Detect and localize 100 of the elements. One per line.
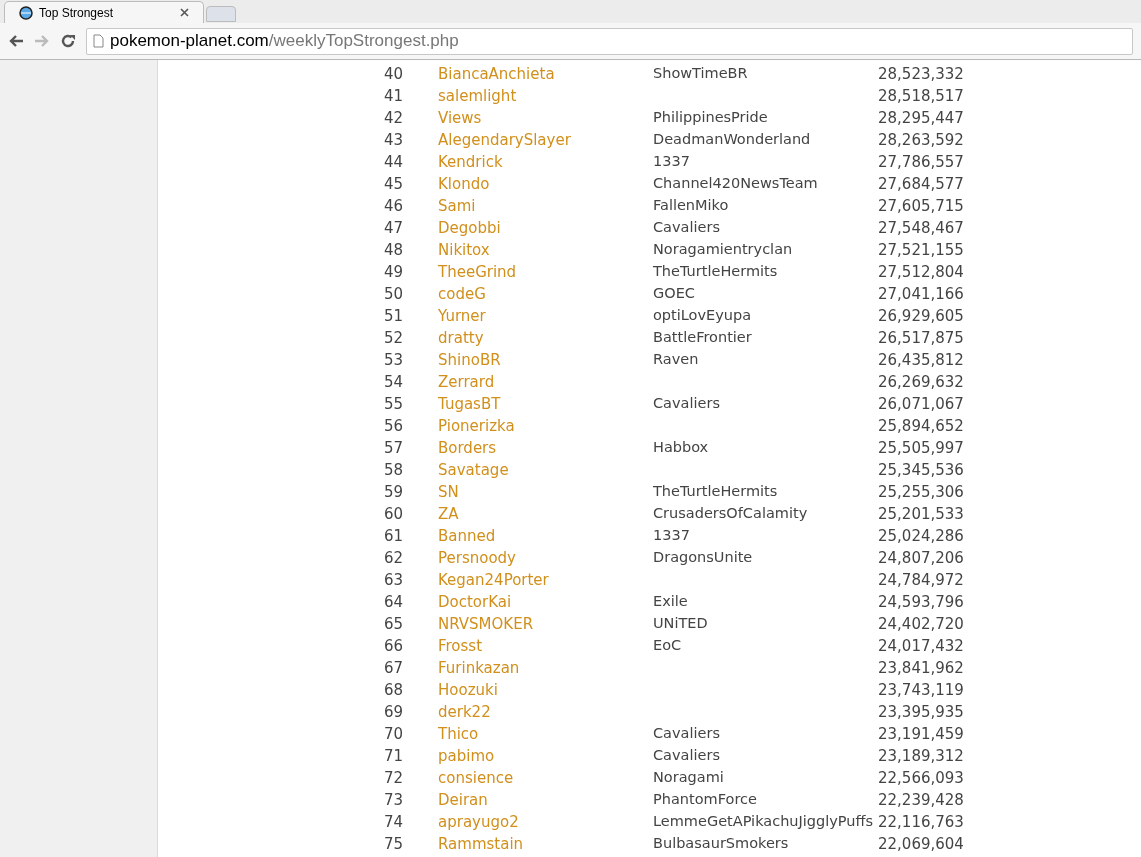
score-cell-text: 23,743,119 bbox=[878, 679, 962, 701]
player-name-link[interactable]: DoctorKai bbox=[438, 590, 653, 614]
address-bar[interactable]: pokemon-planet.com/weeklyTopStrongest.php bbox=[86, 27, 1133, 55]
player-name-link[interactable]: pabimo bbox=[438, 744, 653, 768]
clan-cell-text: optiLovEyupa bbox=[653, 306, 752, 326]
rank-cell-text: 63 bbox=[384, 569, 405, 591]
score-cell-text: 28,523,332 bbox=[878, 63, 962, 85]
rank-cell-text: 58 bbox=[384, 459, 405, 481]
score-cell-text: 26,435,812 bbox=[878, 349, 962, 371]
clan-cell-text: Cavaliers bbox=[653, 746, 720, 766]
player-name-link[interactable]: BiancaAnchieta bbox=[438, 62, 653, 86]
back-arrow-icon[interactable] bbox=[8, 34, 24, 48]
player-name-link[interactable]: salemlight bbox=[438, 84, 653, 108]
rank-cell-text: 45 bbox=[384, 173, 405, 195]
player-name-link[interactable]: Thico bbox=[438, 722, 653, 746]
clan-cell-text: BattleFrontier bbox=[653, 328, 752, 348]
player-name-link[interactable]: ShinoBR bbox=[438, 348, 653, 372]
rank-cell-text: 75 bbox=[384, 833, 405, 855]
rank-cell-text: 52 bbox=[384, 327, 405, 349]
player-name-link[interactable]: Pionerizka bbox=[438, 414, 653, 438]
globe-icon bbox=[19, 5, 33, 20]
player-name-link[interactable]: Furinkazan bbox=[438, 656, 653, 680]
player-name-link[interactable]: derk22 bbox=[438, 700, 653, 724]
player-name-link[interactable]: Frosst bbox=[438, 634, 653, 658]
reload-icon[interactable] bbox=[60, 33, 76, 49]
rank-cell-text: 70 bbox=[384, 723, 405, 745]
rank-cell-text: 72 bbox=[384, 767, 405, 789]
player-name-link[interactable]: Deiran bbox=[438, 788, 653, 812]
rank-cell-text: 42 bbox=[384, 107, 405, 129]
player-name-link[interactable]: dratty bbox=[438, 326, 653, 350]
score-cell-text: 26,269,632 bbox=[878, 371, 962, 393]
rank-cell-text: 55 bbox=[384, 393, 405, 415]
player-name-link[interactable]: consience bbox=[438, 766, 653, 790]
player-name-link[interactable]: Kendrick bbox=[438, 150, 653, 174]
clan-cell-text: LemmeGetAPikachuJigglyPuffs bbox=[653, 812, 874, 832]
clan-cell-text: 1337 bbox=[653, 526, 690, 546]
player-name-link[interactable]: codeG bbox=[438, 282, 653, 306]
player-name-link[interactable]: Savatage bbox=[438, 458, 653, 482]
url-text: pokemon-planet.com/weeklyTopStrongest.php bbox=[110, 30, 459, 53]
clan-cell-text: FallenMiko bbox=[653, 196, 729, 216]
score-cell-text: 28,263,592 bbox=[878, 129, 962, 151]
browser-tab[interactable]: Top Strongest bbox=[4, 1, 204, 23]
score-cell-text: 23,395,935 bbox=[878, 701, 962, 723]
player-name-link[interactable]: ZA bbox=[438, 502, 653, 526]
clan-cell-text: TheTurtleHermits bbox=[653, 262, 778, 282]
rank-cell-text: 49 bbox=[384, 261, 405, 283]
player-name-link[interactable]: Views bbox=[438, 106, 653, 130]
player-name-link[interactable]: AlegendarySlayer bbox=[438, 128, 653, 152]
rank-cell-text: 66 bbox=[384, 635, 405, 657]
rank-cell-text: 64 bbox=[384, 591, 405, 613]
clan-cell-text: DragonsUnite bbox=[653, 548, 753, 568]
player-name-link[interactable]: Kegan24Porter bbox=[438, 568, 653, 592]
score-cell-text: 24,807,206 bbox=[878, 547, 962, 569]
player-name-link[interactable]: Hoozuki bbox=[438, 678, 653, 702]
clan-cell-text: EoC bbox=[653, 636, 682, 656]
player-name-link[interactable]: TugasBT bbox=[438, 392, 653, 416]
score-cell-text: 27,605,715 bbox=[878, 195, 962, 217]
player-name-link[interactable]: Rammstain bbox=[438, 832, 653, 856]
score-cell-text: 24,402,720 bbox=[878, 613, 962, 635]
score-cell-text: 28,518,517 bbox=[878, 85, 962, 107]
player-name-link[interactable]: Yurner bbox=[438, 304, 653, 328]
rank-cell-text: 57 bbox=[384, 437, 405, 459]
clan-cell-text: UNiTED bbox=[653, 614, 708, 634]
page-icon bbox=[93, 34, 104, 48]
score-cell-text: 25,201,533 bbox=[878, 503, 962, 525]
clan-cell-text: GOEC bbox=[653, 284, 695, 304]
player-name-link[interactable]: SN bbox=[438, 480, 653, 504]
player-name-link[interactable]: Borders bbox=[438, 436, 653, 460]
player-name-link[interactable]: aprayugo2 bbox=[438, 810, 653, 834]
clan-cell-text: CrusadersOfCalamity bbox=[653, 504, 808, 524]
player-name-link[interactable]: Zerrard bbox=[438, 370, 653, 394]
player-name-link[interactable]: Persnoody bbox=[438, 546, 653, 570]
clan-cell-text: ShowTimeBR bbox=[653, 64, 748, 84]
player-name-link[interactable]: TheeGrind bbox=[438, 260, 653, 284]
rank-cell-text: 53 bbox=[384, 349, 405, 371]
rank-cell-text: 48 bbox=[384, 239, 405, 261]
player-name-link[interactable]: Nikitox bbox=[438, 238, 653, 262]
rank-cell-text: 43 bbox=[384, 129, 405, 151]
clan-cell-text: BulbasaurSmokers bbox=[653, 834, 789, 854]
rank-cell-text: 60 bbox=[384, 503, 405, 525]
clan-cell-text: TheTurtleHermits bbox=[653, 482, 778, 502]
rank-cell-text: 40 bbox=[384, 63, 405, 85]
player-name-link[interactable]: NRVSMOKER bbox=[438, 612, 653, 636]
clan-cell-text: Noragami bbox=[653, 768, 724, 788]
score-cell-text: 25,255,306 bbox=[878, 481, 962, 503]
score-cell-text: 27,548,467 bbox=[878, 217, 962, 239]
rank-cell-text: 68 bbox=[384, 679, 405, 701]
clan-cell-text: Exile bbox=[653, 592, 688, 612]
player-name-link[interactable]: Degobbi bbox=[438, 216, 653, 240]
player-name-link[interactable]: Sami bbox=[438, 194, 653, 218]
score-cell-text: 27,786,557 bbox=[878, 151, 962, 173]
clan-cell-text: Cavaliers bbox=[653, 724, 720, 744]
player-name-link[interactable]: Klondo bbox=[438, 172, 653, 196]
rank-cell-text: 46 bbox=[384, 195, 405, 217]
rank-cell-text: 73 bbox=[384, 789, 405, 811]
rank-cell-text: 61 bbox=[384, 525, 405, 547]
player-name-link[interactable]: Banned bbox=[438, 524, 653, 548]
close-icon[interactable] bbox=[180, 8, 189, 17]
clan-cell-text: Cavaliers bbox=[653, 394, 720, 414]
rank-cell-text: 51 bbox=[384, 305, 405, 327]
